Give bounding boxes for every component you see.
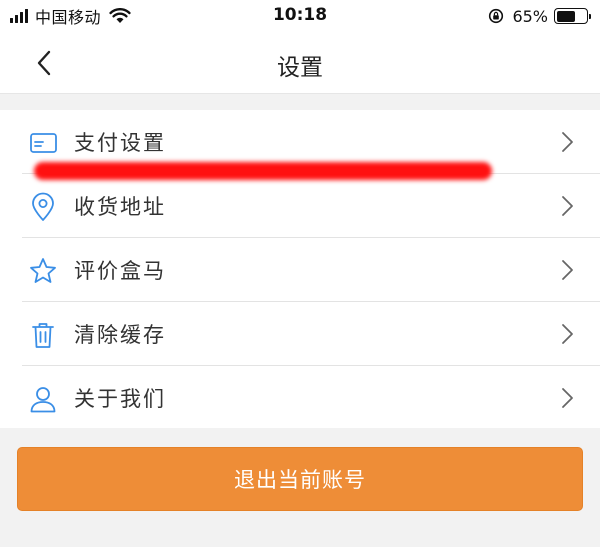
settings-list: 支付设置 收货地址 评价盒马 清除缓存 关于我们 bbox=[0, 110, 600, 428]
chevron-right-icon bbox=[562, 324, 573, 344]
settings-item-address[interactable]: 收货地址 bbox=[0, 174, 600, 238]
trash-icon bbox=[32, 323, 54, 348]
status-bar: 中国移动 10:18 65% bbox=[0, 0, 600, 32]
page-title: 设置 bbox=[277, 55, 323, 81]
chevron-right-icon bbox=[562, 260, 573, 280]
battery-percent: 65% bbox=[512, 6, 548, 26]
star-icon bbox=[30, 258, 56, 283]
battery-icon bbox=[554, 8, 591, 24]
chevron-right-icon bbox=[562, 388, 573, 408]
settings-item-label: 关于我们 bbox=[74, 387, 166, 411]
location-pin-icon bbox=[32, 192, 54, 221]
settings-item-label: 收货地址 bbox=[74, 195, 166, 219]
card-icon bbox=[30, 133, 57, 153]
battery-level bbox=[556, 10, 576, 22]
user-icon bbox=[30, 387, 56, 413]
settings-item-rate[interactable]: 评价盒马 bbox=[0, 238, 600, 302]
settings-item-about[interactable]: 关于我们 bbox=[0, 366, 600, 430]
chevron-right-icon bbox=[562, 132, 573, 152]
settings-item-clear-cache[interactable]: 清除缓存 bbox=[0, 302, 600, 366]
settings-item-label: 清除缓存 bbox=[74, 323, 166, 347]
logout-button[interactable]: 退出当前账号 bbox=[17, 447, 583, 511]
chevron-right-icon bbox=[562, 196, 573, 216]
orientation-lock-icon bbox=[489, 8, 504, 24]
settings-item-label: 支付设置 bbox=[74, 131, 166, 155]
settings-item-label: 评价盒马 bbox=[74, 259, 166, 283]
redaction-mark bbox=[34, 162, 492, 180]
nav-bar: 设置 bbox=[0, 32, 600, 94]
status-right: 65% bbox=[488, 6, 591, 26]
